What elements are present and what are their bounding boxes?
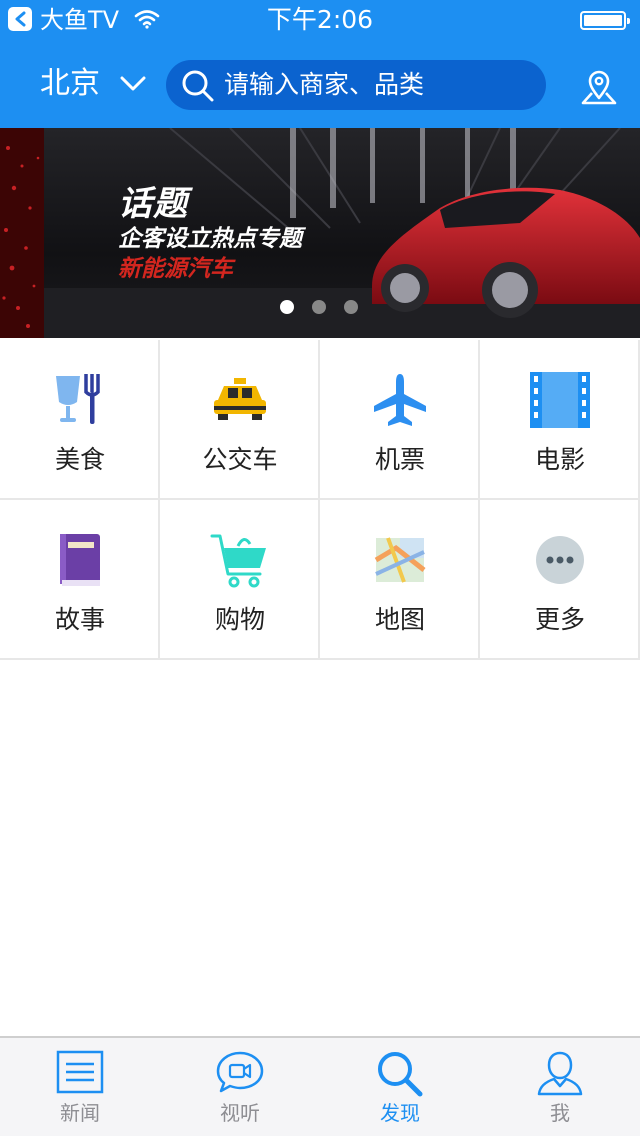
tab-news[interactable]: 新闻 (0, 1038, 160, 1136)
category-label: 地图 (374, 605, 425, 634)
tab-discover[interactable]: 发现 (320, 1038, 480, 1136)
tab-label: 发现 (380, 1101, 420, 1125)
category-movies[interactable]: 电影 (480, 340, 640, 500)
tab-label: 我 (550, 1101, 570, 1125)
category-label: 购物 (214, 605, 265, 634)
clock: 下午2:06 (266, 5, 374, 34)
city-selector[interactable]: 北京 (40, 62, 100, 106)
discover-search-icon (378, 1052, 423, 1097)
banner-carousel[interactable]: 话题 企客设立热点专题 新能源汽车 (0, 128, 640, 338)
film-icon (530, 372, 590, 428)
banner-title: 话题 (118, 184, 188, 224)
book-icon (60, 534, 100, 586)
category-label: 更多 (534, 605, 585, 634)
banner-headline: 话题 企客设立热点专题 新能源汽车 (118, 184, 302, 284)
category-label: 机票 (374, 445, 425, 474)
category-label: 美食 (54, 445, 105, 474)
video-chat-icon (216, 1051, 264, 1093)
profile-icon (537, 1051, 583, 1096)
category-food[interactable]: 美食 (0, 340, 160, 500)
carousel-dot-2[interactable] (312, 300, 326, 314)
category-flights[interactable]: 机票 (320, 340, 480, 500)
category-grid: 美食 公交车 机票 电影 故事 购物 地图 更多 (0, 340, 640, 661)
carousel-dot-3[interactable] (344, 300, 358, 314)
nav-bar: 北京 请输入商家、品类 (0, 40, 640, 128)
category-label: 电影 (534, 445, 585, 474)
battery-icon (580, 11, 630, 30)
tab-bar: 新闻 视听 发现 我 (0, 1036, 640, 1136)
category-stories[interactable]: 故事 (0, 500, 160, 660)
map-icon (374, 537, 426, 583)
tab-me[interactable]: 我 (480, 1038, 640, 1136)
search-input[interactable]: 请输入商家、品类 (166, 60, 546, 110)
banner-tagline: 新能源汽车 (118, 256, 233, 282)
tab-video[interactable]: 视听 (160, 1038, 320, 1136)
search-placeholder: 请输入商家、品类 (224, 70, 425, 99)
taxi-icon (214, 378, 266, 420)
airplane-icon (374, 374, 426, 426)
news-icon (56, 1050, 104, 1094)
banner-subtitle: 企客设立热点专题 (118, 226, 302, 252)
category-shopping[interactable]: 购物 (160, 500, 320, 660)
category-bus[interactable]: 公交车 (160, 340, 320, 500)
location-pin-icon[interactable] (580, 68, 618, 106)
tab-label: 视听 (220, 1101, 260, 1125)
category-label: 故事 (54, 605, 105, 634)
food-icon (56, 374, 100, 424)
chevron-down-icon[interactable] (120, 76, 146, 92)
more-icon (536, 536, 584, 584)
shopping-cart-icon (210, 534, 266, 588)
category-label: 公交车 (202, 445, 278, 474)
tab-label: 新闻 (60, 1101, 100, 1125)
category-map[interactable]: 地图 (320, 500, 480, 660)
status-bar: 大鱼TV 下午2:06 (0, 0, 640, 40)
category-more[interactable]: 更多 (480, 500, 640, 660)
carousel-dot-1[interactable] (280, 300, 294, 314)
search-icon (182, 70, 214, 102)
